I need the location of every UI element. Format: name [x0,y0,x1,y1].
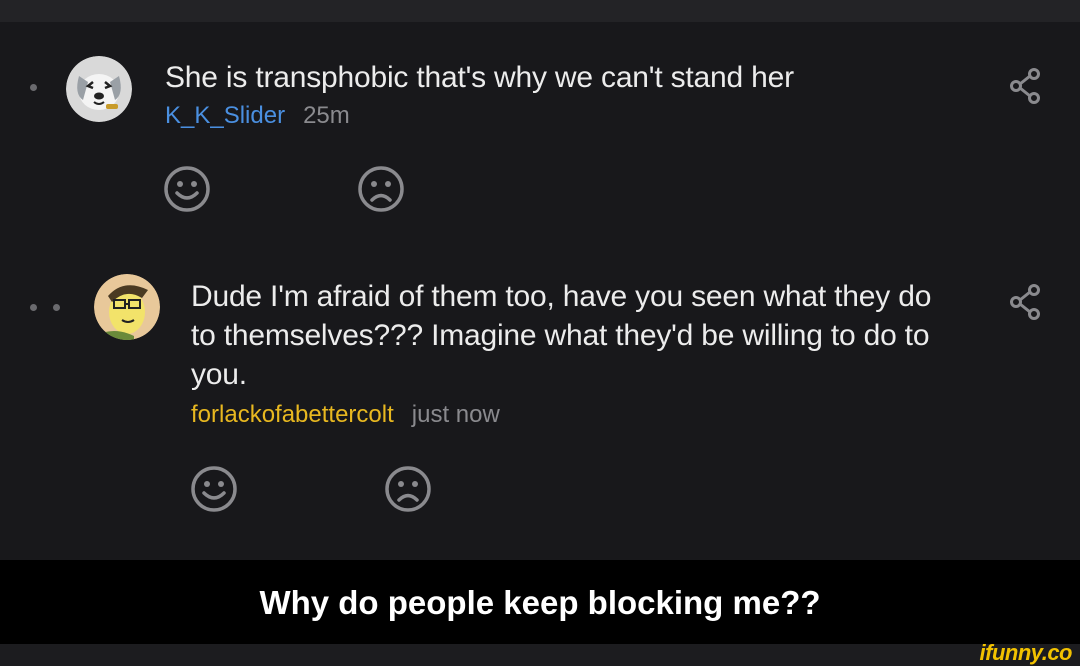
thread-depth-dot [30,304,37,311]
smile-icon[interactable] [190,465,238,513]
footer-strip [0,644,1080,664]
dog-avatar-icon[interactable] [66,56,132,122]
comment-author-link[interactable]: K_K_Slider [165,102,285,129]
meme-caption: Why do people keep blocking me?? [259,584,821,621]
comment-author-link[interactable]: forlackofabettercolt [191,401,394,428]
cartoon-pony-avatar-icon[interactable] [94,274,160,340]
comment-meta: K_K_Slider 25m [165,102,350,130]
top-bar [0,0,1080,22]
thread-depth-dot [53,304,60,311]
smile-icon[interactable] [163,165,211,213]
comment-thread: She is transphobic that's why we can't s… [0,22,1080,560]
comment-meta: forlackofabettercolt just now [191,401,500,429]
comment-timestamp: just now [411,401,500,428]
frown-icon[interactable] [384,465,432,513]
thread-depth-dot [30,84,37,91]
comment-timestamp: 25m [303,102,350,129]
comment-text: Dude I'm afraid of them too, have you se… [191,280,932,391]
share-icon[interactable] [1008,282,1042,322]
share-icon[interactable] [1008,66,1042,106]
comment-text: She is transphobic that's why we can't s… [165,61,794,94]
meme-caption-bar: Why do people keep blocking me?? [0,560,1080,644]
frown-icon[interactable] [357,165,405,213]
site-watermark: ifunny.co [979,640,1073,665]
